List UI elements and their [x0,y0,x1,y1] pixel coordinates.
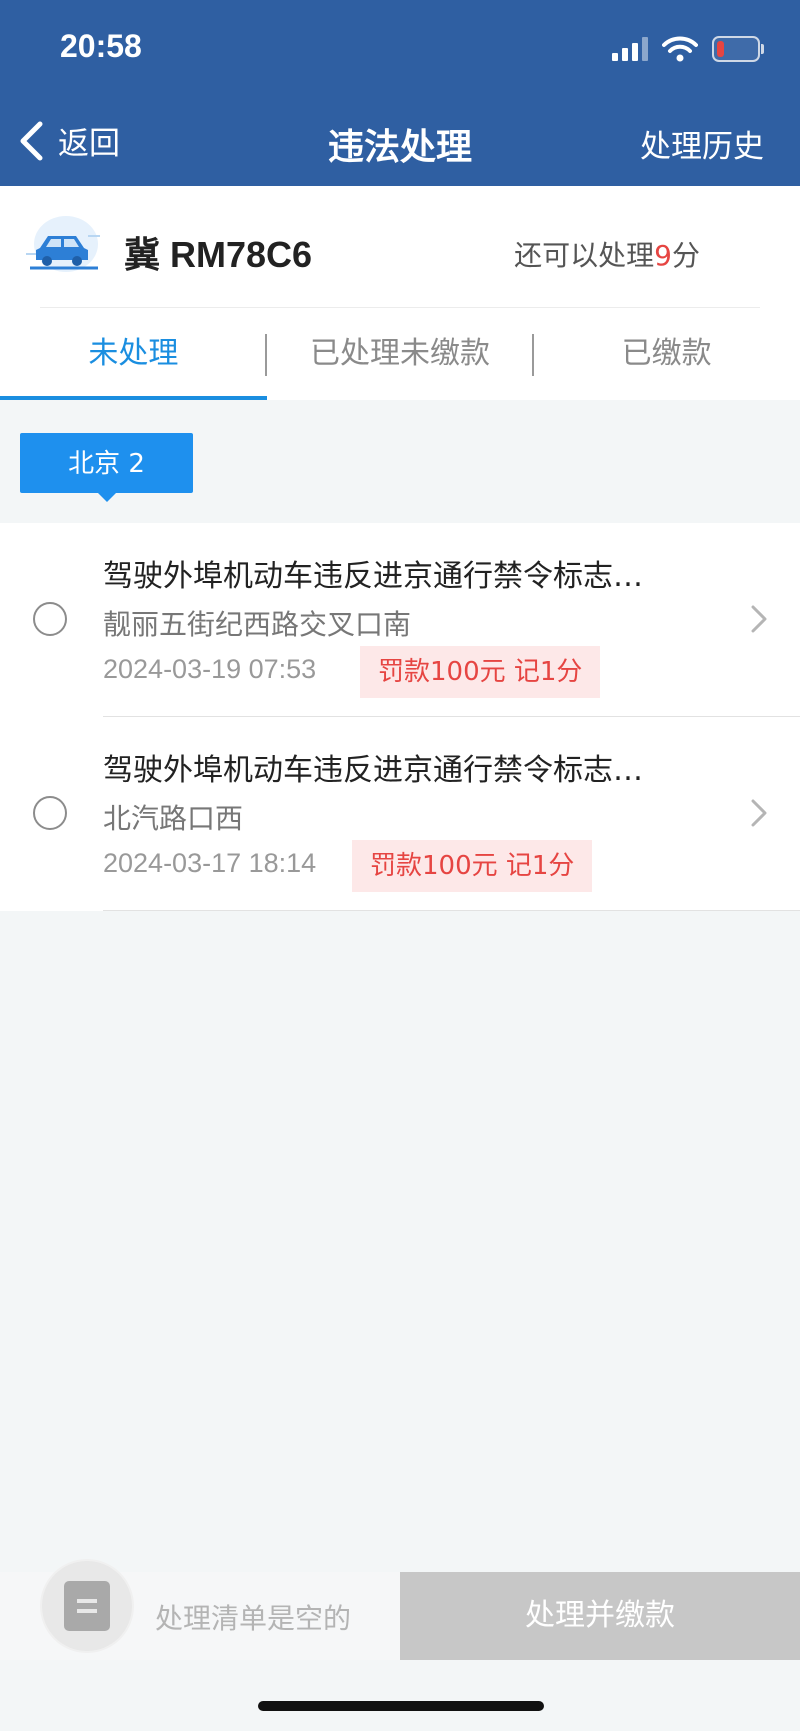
list-icon [64,1581,110,1631]
license-plate: 冀 RM78C6 [124,234,313,275]
history-button[interactable]: 处理历史 [640,121,764,166]
violation-time: 2024-03-17 18:14 [103,848,317,878]
violation-time: 2024-03-19 07:53 [103,654,317,684]
select-radio[interactable] [33,796,67,830]
app-header: 20:58 返回 违法处理 处理历史 [0,0,800,186]
points-suffix: 分 [671,239,700,272]
tab-unprocessed[interactable]: 未处理 [0,308,267,400]
points-value: 9 [654,239,672,272]
process-and-pay-button[interactable]: 处理并缴款 [400,1572,800,1660]
status-time: 20:58 [60,28,142,64]
chevron-right-icon [751,605,767,633]
home-indicator[interactable] [258,1701,544,1711]
violation-list: 驾驶外埠机动车违反进京通行禁令标志… 靓丽五街纪西路交叉口南 2024-03-1… [0,523,800,911]
vehicle-info: 冀 RM78C6 还可以处理9分 [0,186,800,308]
empty-list-text: 处理清单是空的 [155,1602,352,1635]
select-radio[interactable] [33,602,67,636]
tab-paid[interactable]: 已缴款 [533,308,800,400]
chevron-right-icon [751,799,767,827]
tab-separator [532,334,534,376]
car-icon [26,216,100,272]
wifi-icon [662,36,698,62]
battery-level [717,41,724,57]
cellular-signal-icon [612,37,648,61]
process-list-button[interactable] [42,1561,132,1651]
status-icons [612,36,764,62]
penalty-badge: 罚款100元 记1分 [360,646,601,698]
points-prefix: 还可以处理 [514,239,655,272]
violation-title: 驾驶外埠机动车违反进京通行禁令标志… [103,559,643,594]
penalty-badge: 罚款100元 记1分 [352,840,593,892]
violation-location: 靓丽五街纪西路交叉口南 [103,608,412,641]
divider [103,910,800,911]
tab-processed-unpaid[interactable]: 已处理未缴款 [267,308,534,400]
violation-title: 驾驶外埠机动车违反进京通行禁令标志… [103,753,643,788]
violation-location: 北汽路口西 [103,802,244,835]
violation-item[interactable]: 驾驶外埠机动车违反进京通行禁令标志… 北汽路口西 2024-03-17 18:1… [0,717,800,911]
status-tabs: 未处理 已处理未缴款 已缴款 [0,308,800,400]
battery-icon [712,36,764,62]
region-badge[interactable]: 北京 2 [20,433,193,502]
violation-item[interactable]: 驾驶外埠机动车违反进京通行禁令标志… 靓丽五街纪西路交叉口南 2024-03-1… [0,523,800,717]
remaining-points: 还可以处理9分 [514,234,700,274]
tab-separator [265,334,267,376]
